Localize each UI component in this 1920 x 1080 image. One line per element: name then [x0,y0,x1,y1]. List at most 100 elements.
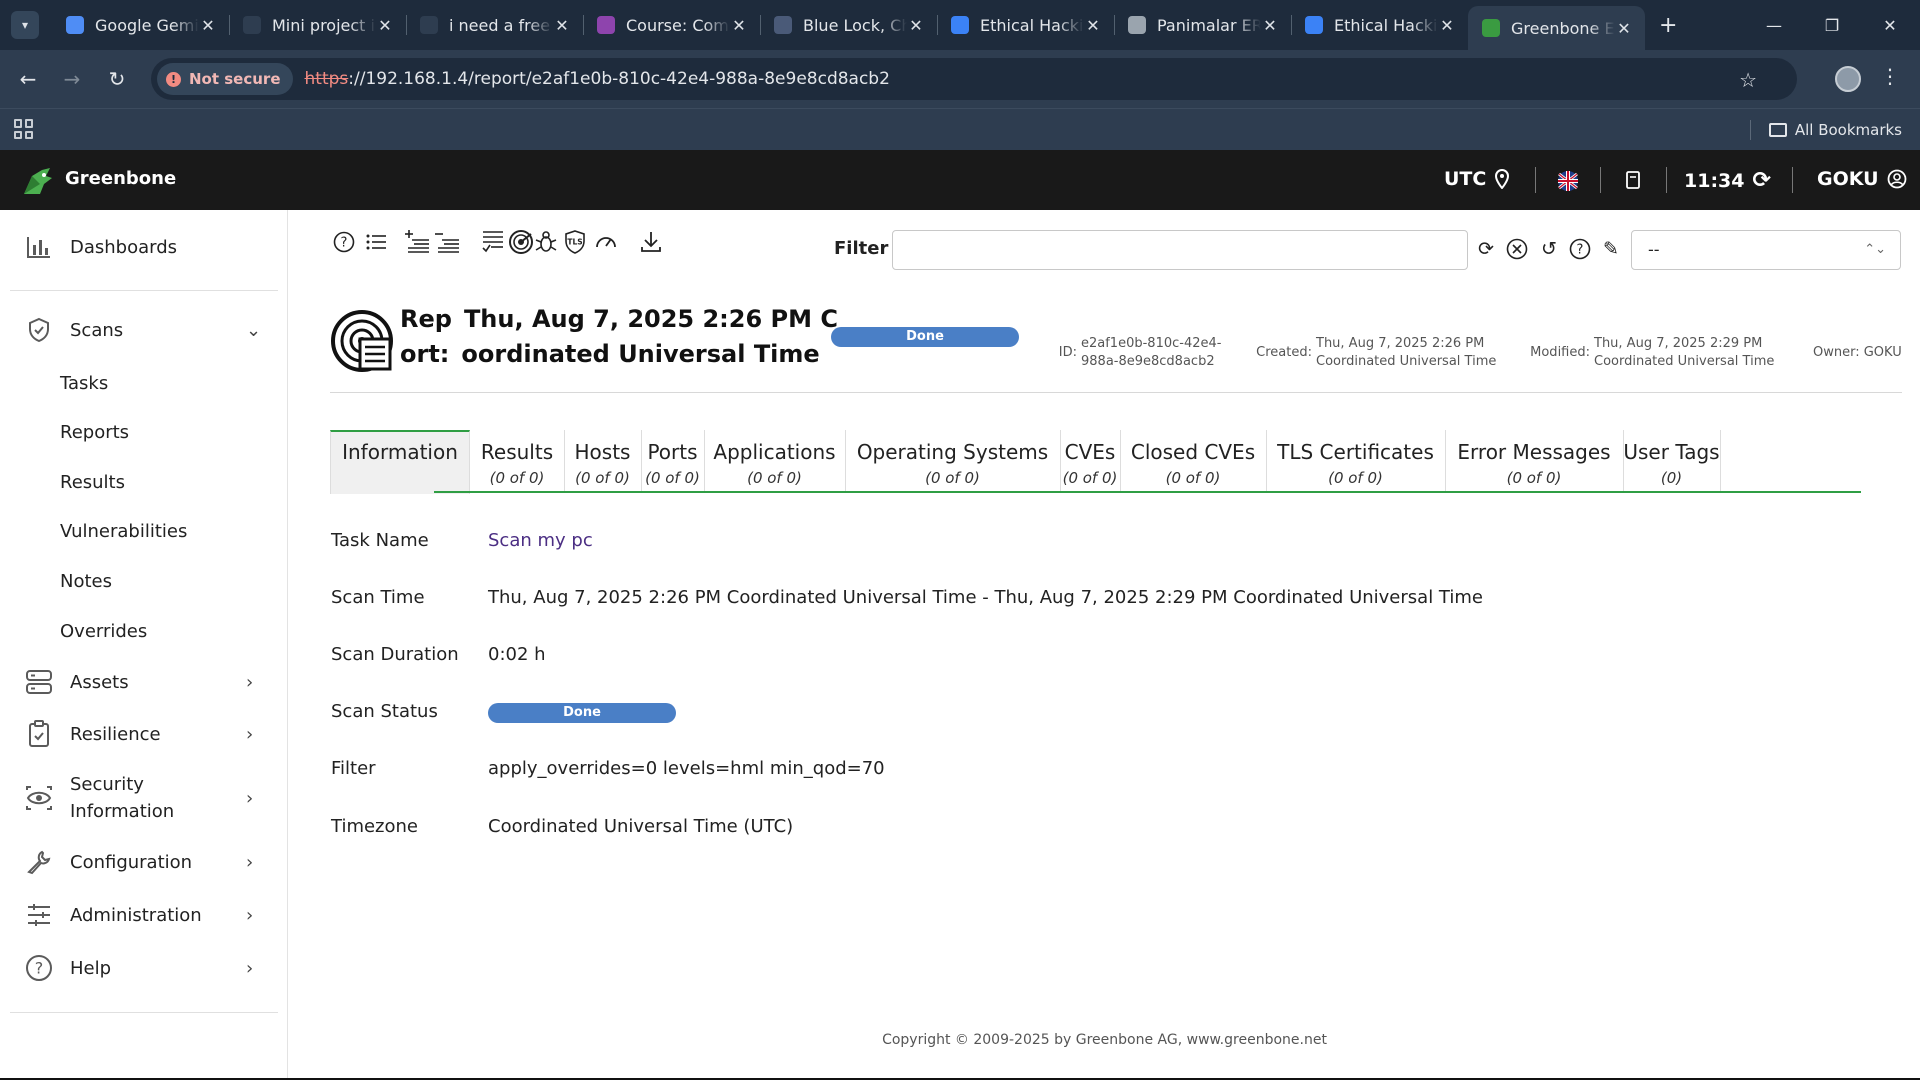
back-button[interactable]: ← [13,64,43,94]
sidebar-item-configuration[interactable]: Configuration › [0,847,288,877]
filter-info-value: apply_overrides=0 levels=hml min_qod=70 [488,758,885,779]
task-name-label: Task Name [331,530,429,551]
sidebar-label: Dashboards [70,236,178,258]
apps-grid-icon[interactable] [14,119,34,139]
close-tab-icon[interactable]: ✕ [199,16,217,35]
sidebar-item-tasks[interactable]: Tasks [60,373,108,394]
close-window-button[interactable]: ✕ [1861,0,1919,50]
tab-error-messages[interactable]: Error Messages (0 of 0) [1445,430,1623,492]
sidebar-item-results[interactable]: Results [60,472,125,493]
tab-hosts[interactable]: Hosts (0 of 0) [564,430,641,492]
scan-report-icon[interactable] [507,228,535,256]
task-list-icon[interactable] [479,228,507,256]
browser-tab[interactable]: Ethical Hacking✕ [1291,0,1468,50]
tab-operating-systems[interactable]: Operating Systems (0 of 0) [845,430,1060,492]
greenbone-logo[interactable] [20,164,56,198]
clipboard-check-icon [24,719,54,749]
edit-filter-icon[interactable]: ✎ [1598,236,1624,262]
tab-information[interactable]: Information [330,430,470,494]
tab-cves[interactable]: CVEs (0 of 0) [1060,430,1120,492]
tab-tls-certificates[interactable]: TLS Certificates (0 of 0) [1266,430,1445,492]
clear-filter-icon[interactable] [1504,236,1530,262]
tab-label: CVEs [1064,440,1116,464]
sidebar-item-reports[interactable]: Reports [60,422,129,443]
close-tab-icon[interactable]: ✕ [1615,19,1633,38]
close-tab-icon[interactable]: ✕ [730,16,748,35]
url-protocol: https [304,69,349,89]
timezone-indicator[interactable]: UTC [1444,168,1510,190]
browser-tab[interactable]: Blue Lock, Ch ✕ [760,0,937,50]
uk-flag-icon[interactable] [1557,170,1579,192]
sidebar-item-notes[interactable]: Notes [60,571,112,592]
tab-label: Information [342,440,458,464]
bookmark-star-icon[interactable]: ☆ [1739,68,1757,92]
tab-closed-cves[interactable]: Closed CVEs (0 of 0) [1120,430,1266,492]
not-secure-chip[interactable]: ! Not secure [157,63,293,95]
filter-input[interactable] [892,230,1468,270]
filter-help-icon[interactable]: ? [1567,236,1593,262]
browser-tab[interactable]: Greenbone Enterprise✕ [1468,6,1645,50]
manga-icon [774,16,792,34]
minimize-button[interactable]: — [1745,0,1803,50]
close-tab-icon[interactable]: ✕ [1084,16,1102,35]
reset-filter-icon[interactable]: ↺ [1536,236,1562,262]
username: GOKU [1817,168,1879,190]
browser-tab[interactable]: Mini project ideas✕ [229,0,406,50]
update-filter-icon[interactable]: ⟳ [1473,236,1499,262]
close-tab-icon[interactable]: ✕ [1261,16,1279,35]
vulnerability-icon[interactable] [532,228,560,256]
browser-toolbar: ← → ↻ ! Not secure https://192.168.1.4/r… [0,50,1920,108]
sidebar-item-vulnerabilities[interactable]: Vulnerabilities [60,521,187,542]
refresh-icon[interactable]: ⟳ [1752,168,1770,193]
filter-select[interactable]: -- ⌃⌄ [1631,230,1901,270]
download-icon[interactable] [637,228,665,256]
close-tab-icon[interactable]: ✕ [553,16,571,35]
tab-search-button[interactable]: ▾ [11,11,39,39]
scan-duration-value: 0:02 h [488,644,546,665]
add-to-assets-icon[interactable] [403,228,431,256]
user-menu[interactable]: GOKU [1817,168,1907,190]
sidebar-item-overrides[interactable]: Overrides [60,621,147,642]
manual-icon[interactable] [1624,171,1642,189]
sidebar-item-assets[interactable]: Assets › [0,667,288,697]
remove-from-assets-icon[interactable] [433,228,461,256]
browser-tab[interactable]: Google Gemini✕ [52,0,229,50]
tab-user-tags[interactable]: User Tags (0) [1623,430,1720,492]
warning-icon: ! [166,71,181,87]
list-icon[interactable] [362,228,390,256]
close-tab-icon[interactable]: ✕ [376,16,394,35]
restore-button[interactable]: ❐ [1803,0,1861,50]
sidebar-item-security-information[interactable]: Security Information › [0,770,288,826]
browser-tab-title: Google Gemini [95,15,199,35]
forward-button[interactable]: → [57,64,87,94]
new-tab-button[interactable]: + [1659,13,1677,38]
college-icon [1128,16,1146,34]
sidebar-item-help[interactable]: ? Help › [0,953,288,983]
tls-certificate-icon[interactable]: TLS [561,228,589,256]
performance-icon[interactable] [592,228,620,256]
browser-tab[interactable]: Ethical Hacking✕ [937,0,1114,50]
browser-tab[interactable]: Panimalar ERP ✕ [1114,0,1291,50]
address-bar[interactable]: ! Not secure https://192.168.1.4/report/… [151,58,1797,100]
task-name-link[interactable]: Scan my pc [488,530,593,551]
tab-applications[interactable]: Applications (0 of 0) [704,430,845,492]
openai-icon [420,16,438,34]
browser-menu-icon[interactable]: ⋮ [1880,64,1900,88]
sidebar-item-administration[interactable]: Administration › [0,900,288,930]
url-text[interactable]: https://192.168.1.4/report/e2af1e0b-810c… [305,69,890,89]
sidebar-item-dashboards[interactable]: Dashboards [0,232,288,262]
all-bookmarks-button[interactable]: All Bookmarks [1749,120,1902,140]
sidebar-item-scans[interactable]: Scans ⌄ [0,315,288,345]
svg-text:?: ? [1577,243,1584,258]
close-tab-icon[interactable]: ✕ [1438,16,1456,35]
reload-button[interactable]: ↻ [102,64,132,94]
sidebar-item-resilience[interactable]: Resilience › [0,719,288,749]
tab-results[interactable]: Results (0 of 0) [470,430,564,492]
help-icon[interactable]: ? [330,228,358,256]
tab-ports[interactable]: Ports (0 of 0) [641,430,704,492]
profile-avatar[interactable] [1835,66,1861,92]
tab-count: (0 of 0) [645,469,700,487]
close-tab-icon[interactable]: ✕ [907,16,925,35]
browser-tab[interactable]: i need a free ✕ [406,0,583,50]
browser-tab[interactable]: Course: Computer✕ [583,0,760,50]
